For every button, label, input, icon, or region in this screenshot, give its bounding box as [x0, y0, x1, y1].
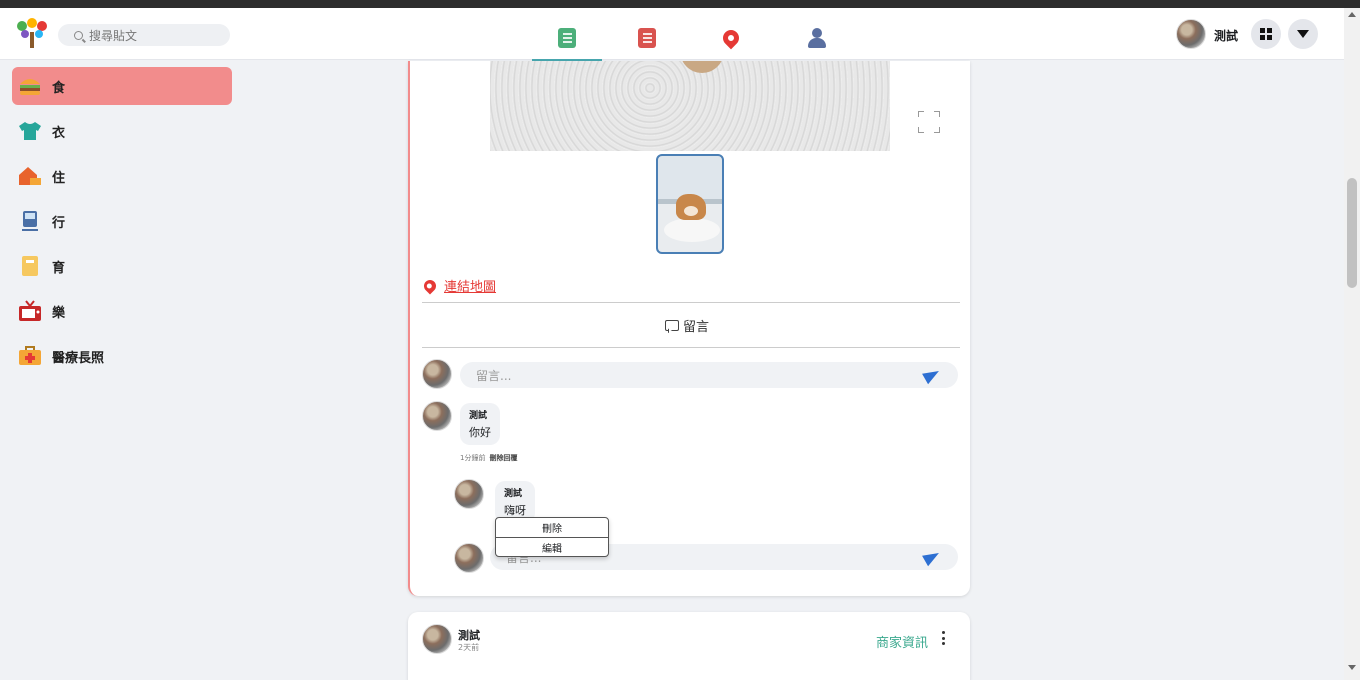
post-main-image[interactable]: [490, 61, 890, 151]
comment-text: 你好: [469, 426, 491, 439]
divider: [422, 347, 960, 348]
sidebar-item-healthcare[interactable]: 醫療長照: [12, 337, 232, 375]
more-options-icon[interactable]: [942, 631, 946, 645]
comment-meta: 1分鐘前 刪除回覆: [460, 453, 517, 463]
search-icon: [74, 30, 83, 40]
tab-list[interactable]: [612, 16, 682, 60]
sidebar-item-clothing[interactable]: 衣: [12, 112, 232, 150]
tab-friends[interactable]: [782, 16, 852, 60]
friends-icon: [806, 28, 828, 48]
comment-input-avatar: [422, 359, 452, 389]
tree-logo-icon[interactable]: [14, 18, 50, 48]
shirt-icon: [18, 119, 42, 143]
scroll-down-arrow-icon[interactable]: [1348, 665, 1356, 670]
train-icon: [18, 209, 42, 233]
comment-button-label: 留言: [683, 320, 710, 335]
divider: [422, 302, 960, 303]
checklist-red-icon: [638, 28, 656, 48]
thumbnail-dog: [676, 194, 706, 220]
dog-image-detail: [680, 61, 724, 73]
comment-author[interactable]: 測試: [469, 408, 491, 421]
post-author-avatar[interactable]: [422, 624, 452, 654]
sidebar-item-housing[interactable]: 住: [12, 157, 232, 195]
account-dropdown-button[interactable]: [1288, 19, 1318, 49]
comment-input-placeholder: 留言...: [476, 368, 512, 383]
reply-input-avatar: [454, 543, 484, 573]
fullscreen-icon[interactable]: [918, 111, 940, 133]
tv-icon: [18, 299, 42, 323]
scroll-up-arrow-icon[interactable]: [1348, 12, 1356, 17]
thumbnail-rug: [664, 218, 720, 242]
map-pin-icon: [719, 26, 743, 50]
grid-icon: [1260, 28, 1272, 40]
checklist-green-icon: [558, 28, 576, 48]
comment-context-menu: 刪除 編輯: [495, 517, 609, 557]
search-placeholder: 搜尋貼文: [89, 28, 138, 43]
menu-item-delete[interactable]: 刪除: [496, 518, 608, 537]
image-thumbnail[interactable]: [656, 154, 724, 254]
location-pin-icon: [421, 277, 439, 294]
sidebar-item-label: 住: [52, 170, 66, 186]
post-card: 連結地圖 留言 留言... 測試 你好 1分鐘前 刪除回覆 測試 嗨呀 留言...…: [408, 61, 970, 596]
map-link[interactable]: 連結地圖: [421, 276, 496, 295]
sidebar-item-label: 食: [52, 80, 66, 96]
sidebar-item-label: 育: [52, 260, 66, 276]
post-timestamp: 2天前: [458, 643, 480, 652]
tab-map[interactable]: [696, 16, 766, 60]
reply-delete-link[interactable]: 刪除回覆: [489, 454, 517, 462]
top-navbar: 搜尋貼文 測試: [0, 8, 1344, 62]
reply-text: 嗨呀: [504, 504, 526, 517]
speech-bubble-icon: [665, 320, 679, 331]
search-input[interactable]: 搜尋貼文: [58, 24, 230, 46]
sidebar-item-transport[interactable]: 行: [12, 202, 232, 240]
commenter-avatar[interactable]: [422, 401, 452, 431]
comment-bubble: 測試 你好: [460, 403, 500, 445]
tab-posts[interactable]: [532, 16, 602, 62]
burger-icon: [18, 74, 42, 98]
page-scrollbar[interactable]: [1344, 8, 1360, 680]
comment-button[interactable]: 留言: [665, 316, 709, 335]
menu-item-edit[interactable]: 編輯: [496, 537, 608, 556]
notebook-icon: [18, 254, 42, 278]
sidebar-item-entertainment[interactable]: 樂: [12, 292, 232, 330]
sidebar-item-label: 醫療長照: [52, 350, 105, 366]
reply-avatar[interactable]: [454, 479, 484, 509]
sidebar-item-label: 樂: [52, 305, 66, 321]
next-post-card: 測試 2天前 商家資訊: [408, 612, 970, 680]
comment-input[interactable]: 留言...: [460, 362, 958, 388]
shop-info-link[interactable]: 商家資訊: [876, 632, 928, 651]
comment-time: 1分鐘前: [460, 454, 486, 462]
map-link-label[interactable]: 連結地圖: [444, 276, 496, 295]
user-name[interactable]: 測試: [1214, 27, 1238, 44]
sidebar-item-label: 行: [52, 215, 66, 231]
medkit-icon: [18, 344, 42, 368]
user-avatar[interactable]: [1176, 19, 1206, 49]
sidebar-item-food[interactable]: 食: [12, 67, 232, 105]
caret-down-icon: [1297, 30, 1309, 38]
window-top-strip: [0, 0, 1360, 8]
scroll-thumb[interactable]: [1347, 178, 1357, 288]
sidebar-item-education[interactable]: 育: [12, 247, 232, 285]
house-icon: [18, 164, 42, 188]
reply-author[interactable]: 測試: [504, 486, 526, 499]
post-author-name[interactable]: 測試: [458, 627, 480, 643]
sidebar-item-label: 衣: [52, 125, 66, 141]
apps-menu-button[interactable]: [1251, 19, 1281, 49]
